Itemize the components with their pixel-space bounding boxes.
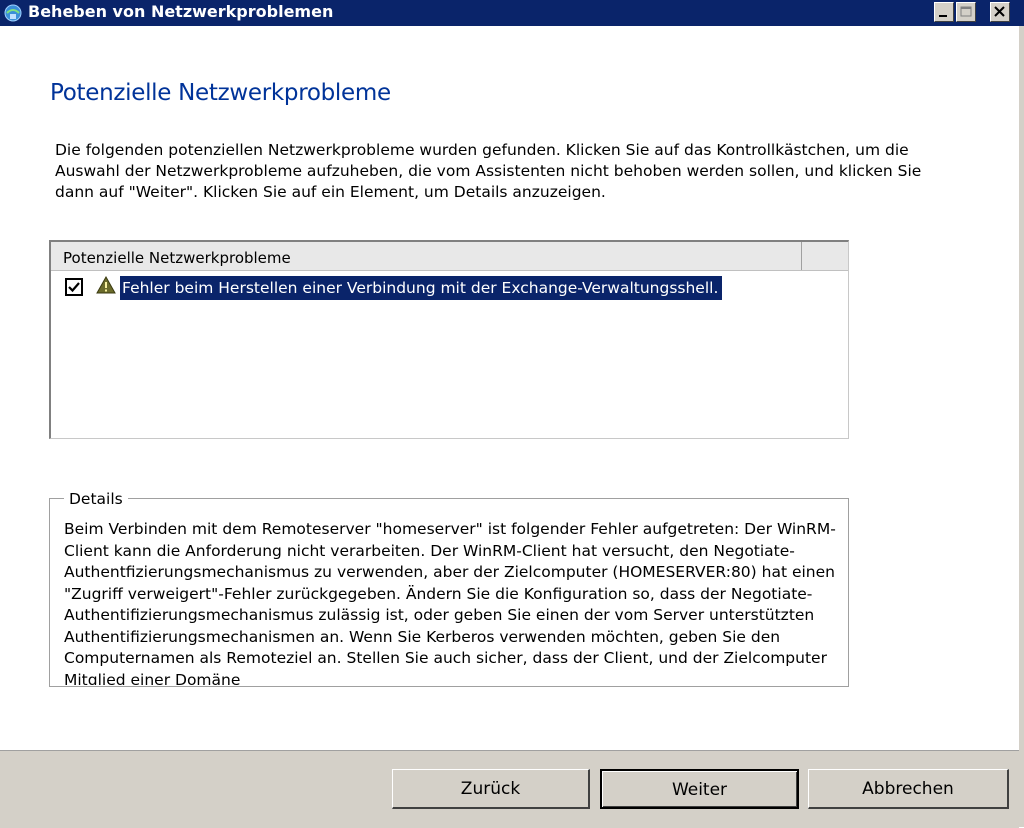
problem-list[interactable]: Potenzielle Netzwerkprobleme Fehler beim…	[49, 240, 849, 439]
window-border	[1018, 26, 1024, 827]
column-header-filler	[803, 242, 848, 270]
details-scroll-area[interactable]: Beim Verbinden mit dem Remoteserver "hom…	[64, 519, 844, 685]
maximize-icon	[960, 6, 972, 17]
list-header: Potenzielle Netzwerkprobleme	[51, 242, 848, 271]
title-bar[interactable]: Beheben von Netzwerkproblemen	[0, 0, 1024, 26]
network-troubleshooter-icon	[3, 3, 23, 23]
details-legend: Details	[64, 489, 128, 509]
window-title: Beheben von Netzwerkproblemen	[28, 2, 334, 21]
details-text: Beim Verbinden mit dem Remoteserver "hom…	[64, 520, 836, 685]
page-title: Potenzielle Netzwerkprobleme	[50, 80, 391, 106]
next-button[interactable]: Weiter	[600, 769, 799, 809]
checkmark-icon	[68, 282, 80, 293]
maximize-button[interactable]	[956, 2, 976, 22]
close-icon	[994, 6, 1005, 17]
warning-icon	[96, 275, 116, 294]
minimize-button[interactable]	[934, 2, 954, 22]
intro-text: Die folgenden potenziellen Netzwerkprobl…	[55, 141, 922, 201]
details-group: Details Beim Verbinden mit dem Remoteser…	[49, 489, 849, 687]
minimize-icon	[939, 15, 947, 17]
list-item[interactable]: Fehler beim Herstellen einer Verbindung …	[51, 274, 811, 300]
cancel-button[interactable]: Abbrechen	[808, 769, 1009, 809]
button-bar: Zurück Weiter Abbrechen	[0, 750, 1019, 828]
problem-label[interactable]: Fehler beim Herstellen einer Verbindung …	[120, 276, 723, 300]
close-button[interactable]	[990, 2, 1010, 22]
column-header-problems[interactable]: Potenzielle Netzwerkprobleme	[51, 242, 802, 270]
back-button[interactable]: Zurück	[392, 769, 590, 809]
problem-checkbox[interactable]	[65, 278, 83, 296]
